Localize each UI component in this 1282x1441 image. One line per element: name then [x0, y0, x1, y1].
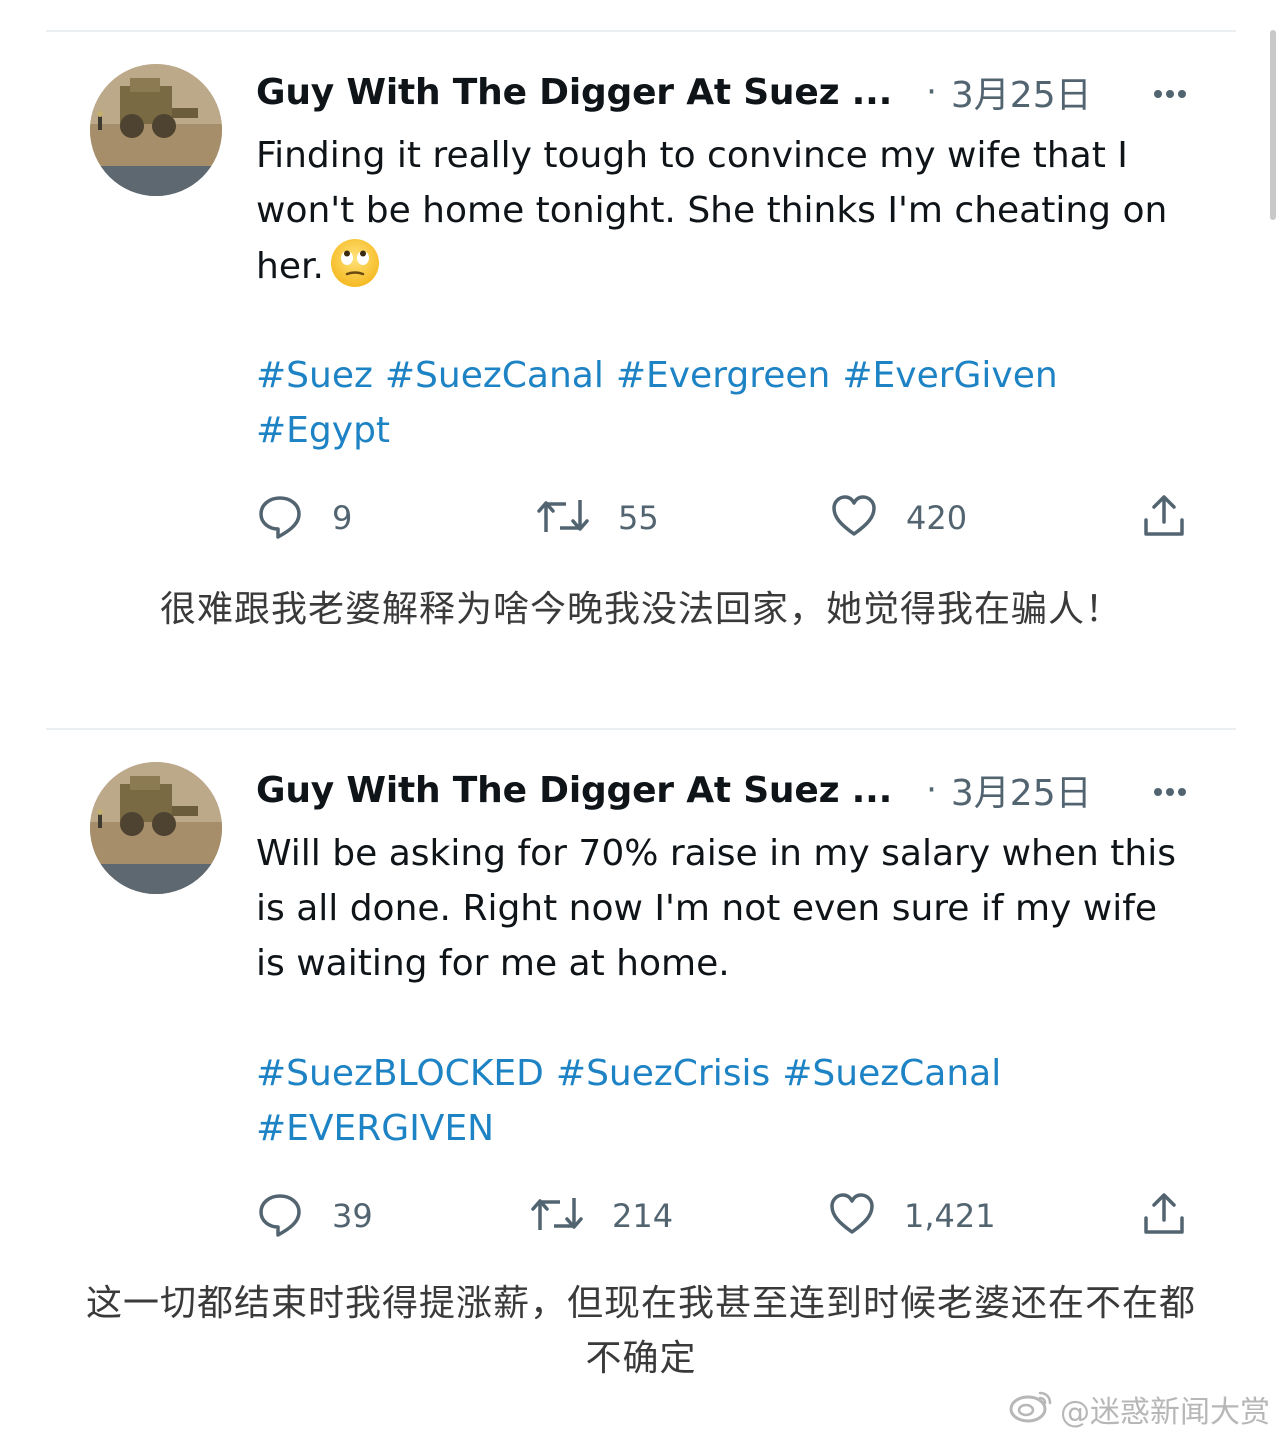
tweet-actions: 9 55 420 [256, 492, 1196, 544]
like-count: 420 [906, 499, 968, 537]
tweet-divider [46, 728, 1236, 730]
share-icon [1140, 492, 1188, 544]
chinese-caption: 很难跟我老婆解释为啥今晚我没法回家，她觉得我在骗人！ [159, 589, 1122, 630]
weibo-logo-icon [1008, 1387, 1054, 1431]
tweet[interactable]: Guy With The Digger At Suez ... · 3月25日 … [0, 64, 1282, 564]
retweet-button[interactable]: 55 [536, 492, 659, 544]
reply-button[interactable]: 9 [256, 492, 352, 544]
like-count: 1,421 [904, 1197, 996, 1235]
tweet-header: Guy With The Digger At Suez ... · 3月25日 [256, 68, 1196, 116]
tweet-divider [46, 30, 1236, 32]
retweet-button[interactable]: 214 [530, 1190, 673, 1242]
hashtag-link[interactable]: #EverGiven [842, 355, 1057, 396]
author-name[interactable]: Guy With The Digger At Suez ... [256, 770, 892, 811]
more-options-icon[interactable] [1148, 770, 1196, 810]
hashtag-link[interactable]: #SuezCanal [782, 1053, 1001, 1094]
tweet-text-content: Finding it really tough to convince my w… [256, 135, 1168, 287]
reply-icon [256, 1190, 304, 1242]
retweet-icon [530, 1190, 584, 1242]
reply-button[interactable]: 39 [256, 1190, 373, 1242]
share-button[interactable] [1140, 492, 1188, 544]
hashtag-list: #SuezBLOCKED #SuezCrisis #SuezCanal #EVERGI… [256, 1046, 1216, 1156]
tweet[interactable]: Guy With The Digger At Suez ... · 3月25日 … [0, 762, 1282, 1262]
avatar[interactable] [90, 762, 222, 894]
retweet-count: 55 [618, 499, 659, 537]
tweet-date[interactable]: 3月25日 [951, 66, 1092, 118]
face-with-rolling-eyes-icon [330, 238, 380, 288]
hashtag-link[interactable]: #SuezCrisis [556, 1053, 770, 1094]
like-button[interactable]: 1,421 [828, 1190, 996, 1242]
hashtag-link[interactable]: #EVERGIVEN [256, 1108, 494, 1149]
hashtag-link[interactable]: #Evergreen [616, 355, 831, 396]
hashtag-link[interactable]: #Suez [256, 355, 373, 396]
tweet-header: Guy With The Digger At Suez ... · 3月25日 [256, 766, 1196, 814]
hashtag-list: #Suez #SuezCanal #Evergreen #EverGiven #Egyp… [256, 348, 1216, 458]
heart-icon [830, 492, 878, 544]
watermark: @迷惑新闻大赏 [1008, 1387, 1270, 1431]
like-button[interactable]: 420 [830, 492, 967, 544]
heart-icon [828, 1190, 876, 1242]
watermark-text: @迷惑新闻大赏 [1060, 1395, 1270, 1430]
tweet-date[interactable]: 3月25日 [951, 764, 1092, 816]
author-name[interactable]: Guy With The Digger At Suez ... [256, 72, 892, 113]
tweet-text: Finding it really tough to convince my w… [256, 128, 1216, 294]
hashtag-link[interactable]: #SuezBLOCKED [256, 1053, 544, 1094]
tweet-text: Will be asking for 70% raise in my salar… [256, 833, 1176, 984]
share-icon [1140, 1190, 1188, 1242]
separator-dot: · [926, 770, 937, 810]
tweet-actions: 39 214 1,421 [256, 1190, 1196, 1242]
share-button[interactable] [1140, 1190, 1188, 1242]
reply-count: 39 [332, 1197, 373, 1235]
reply-icon [256, 492, 304, 544]
avatar[interactable] [90, 64, 222, 196]
hashtag-link[interactable]: #Egypt [256, 410, 390, 451]
more-options-icon[interactable] [1148, 72, 1196, 112]
separator-dot: · [926, 72, 937, 112]
retweet-icon [536, 492, 590, 544]
reply-count: 9 [332, 499, 353, 537]
retweet-count: 214 [612, 1197, 674, 1235]
chinese-caption: 这一切都结束时我得提涨薪，但现在我甚至连到时候老婆还在不在都 不确定 [85, 1283, 1196, 1379]
hashtag-link[interactable]: #SuezCanal [385, 355, 604, 396]
